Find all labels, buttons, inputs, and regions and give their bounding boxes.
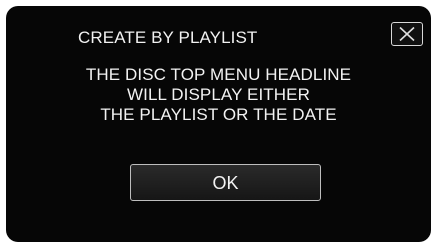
ok-button[interactable]: OK (130, 164, 321, 201)
dialog-title: CREATE BY PLAYLIST (78, 28, 258, 47)
message-line: WILL DISPLAY EITHER (127, 85, 310, 104)
close-button[interactable] (391, 22, 423, 46)
message-line: THE DISC TOP MENU HEADLINE (85, 65, 352, 84)
message-line: THE PLAYLIST OR THE DATE (100, 105, 337, 124)
dialog-screen: CREATE BY PLAYLIST THE DISC TOP MENU HEA… (6, 6, 431, 242)
dialog-message: THE DISC TOP MENU HEADLINE WILL DISPLAY … (6, 65, 431, 125)
close-icon (397, 26, 417, 42)
